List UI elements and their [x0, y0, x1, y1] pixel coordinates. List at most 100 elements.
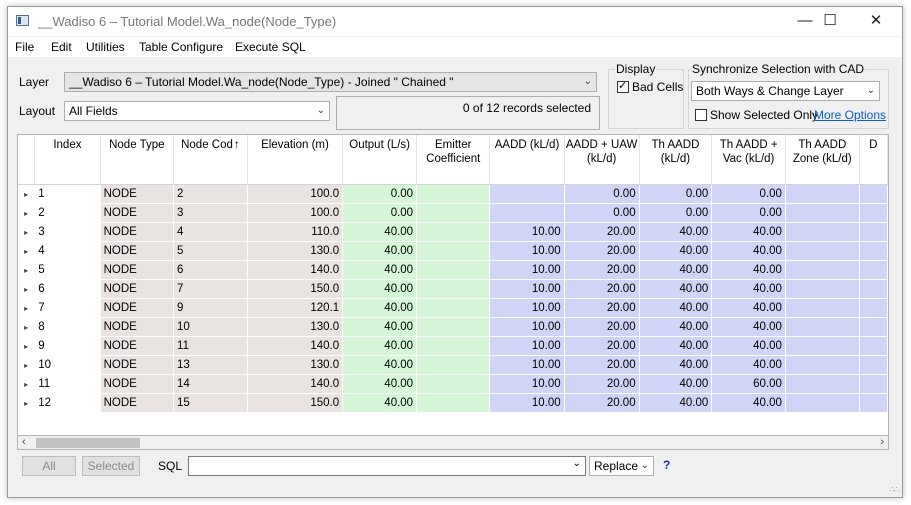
cell-d[interactable] — [859, 317, 888, 337]
cell-index[interactable]: 4 — [34, 241, 101, 261]
row-selector-icon[interactable]: ▸ — [18, 317, 36, 337]
cell-aadd[interactable]: 10.00 — [489, 298, 565, 318]
table-row[interactable]: ▸ 6 NODE 7 150.0 40.00 10.00 20.00 40.00 40.00 — [18, 279, 888, 299]
cell-node-type[interactable]: NODE — [100, 184, 175, 204]
cell-node-code[interactable]: 15 — [173, 393, 248, 413]
cell-index[interactable]: 7 — [34, 298, 101, 318]
cell-elevation[interactable]: 140.0 — [247, 374, 344, 394]
cell-emitter-coefficient[interactable] — [416, 222, 491, 242]
row-selector-icon[interactable]: ▸ — [18, 203, 36, 223]
cell-node-code[interactable]: 6 — [173, 260, 248, 280]
cell-index[interactable]: 2 — [34, 203, 101, 223]
cell-aadd-uaw[interactable]: 0.00 — [564, 203, 640, 223]
cell-th-aadd-zone[interactable] — [785, 184, 860, 204]
cell-th-aadd-vac[interactable]: 40.00 — [711, 336, 786, 356]
cell-aadd[interactable]: 10.00 — [489, 279, 565, 299]
bad-cells-checkbox[interactable] — [617, 79, 629, 93]
cell-node-code[interactable]: 7 — [173, 279, 248, 299]
table-row[interactable]: ▸ 7 NODE 9 120.1 40.00 10.00 20.00 40.00 40.00 — [18, 298, 888, 318]
cell-node-type[interactable]: NODE — [100, 203, 175, 223]
cell-emitter-coefficient[interactable] — [416, 393, 491, 413]
table-row[interactable]: ▸ 12 NODE 15 150.0 40.00 10.00 20.00 40.00 40.00 — [18, 393, 888, 413]
cell-aadd-uaw[interactable]: 0.00 — [564, 184, 640, 204]
more-options-link[interactable]: More Options — [814, 108, 886, 122]
cell-index[interactable]: 6 — [34, 279, 101, 299]
cell-node-code[interactable]: 10 — [173, 317, 248, 337]
cell-th-aadd-vac[interactable]: 40.00 — [711, 317, 786, 337]
column-header-index[interactable]: Index — [34, 135, 101, 185]
cell-node-type[interactable]: NODE — [100, 298, 175, 318]
row-selector-icon[interactable]: ▸ — [18, 393, 36, 413]
cell-output[interactable]: 40.00 — [342, 260, 418, 280]
cell-th-aadd-vac[interactable]: 40.00 — [711, 241, 786, 261]
cell-aadd-uaw[interactable]: 20.00 — [564, 317, 640, 337]
cell-output[interactable]: 40.00 — [342, 393, 418, 413]
layer-dropdown[interactable]: __Wadiso 6 – Tutorial Model.Wa_node(Node… — [64, 72, 597, 92]
cell-node-code[interactable]: 4 — [173, 222, 248, 242]
cell-aadd-uaw[interactable]: 20.00 — [564, 336, 640, 356]
cell-elevation[interactable]: 130.0 — [247, 317, 344, 337]
cell-th-aadd[interactable]: 40.00 — [639, 374, 713, 394]
menu-execute-sql[interactable]: Execute SQL — [235, 40, 306, 54]
column-header-emitter-coefficient[interactable]: Emitter Coefficient — [416, 135, 491, 185]
cell-node-type[interactable]: NODE — [100, 222, 175, 242]
cell-aadd[interactable] — [489, 184, 565, 204]
cell-index[interactable]: 9 — [34, 336, 101, 356]
cell-aadd[interactable]: 10.00 — [489, 374, 565, 394]
cell-aadd[interactable]: 10.00 — [489, 336, 565, 356]
cell-emitter-coefficient[interactable] — [416, 317, 491, 337]
column-header-aadd[interactable]: AADD (kL/d) — [489, 135, 565, 185]
cell-elevation[interactable]: 130.0 — [247, 355, 344, 375]
cell-aadd[interactable]: 10.00 — [489, 393, 565, 413]
table-row[interactable]: ▸ 10 NODE 13 130.0 40.00 10.00 20.00 40.00 40.00 — [18, 355, 888, 375]
cell-d[interactable] — [859, 203, 888, 223]
cell-d[interactable] — [859, 298, 888, 318]
row-selector-icon[interactable]: ▸ — [18, 260, 36, 280]
layout-dropdown[interactable]: All Fields ⌄ — [64, 101, 330, 121]
show-selected-only-checkbox[interactable] — [695, 109, 707, 121]
cell-d[interactable] — [859, 222, 888, 242]
cell-output[interactable]: 40.00 — [342, 336, 418, 356]
cell-node-code[interactable]: 3 — [173, 203, 248, 223]
cell-th-aadd-vac[interactable]: 40.00 — [711, 393, 786, 413]
cell-th-aadd[interactable]: 40.00 — [639, 336, 713, 356]
cell-aadd-uaw[interactable]: 20.00 — [564, 355, 640, 375]
table-row[interactable]: ▸ 3 NODE 4 110.0 40.00 10.00 20.00 40.00 40.00 — [18, 222, 888, 242]
cell-th-aadd-vac[interactable]: 40.00 — [711, 222, 786, 242]
cell-output[interactable]: 40.00 — [342, 317, 418, 337]
cell-index[interactable]: 11 — [34, 374, 101, 394]
cell-aadd-uaw[interactable]: 20.00 — [564, 222, 640, 242]
cell-th-aadd[interactable]: 40.00 — [639, 241, 713, 261]
resize-grip-icon[interactable]: ∴∴ — [890, 485, 899, 494]
scroll-right-icon[interactable]: › — [880, 436, 884, 449]
cell-th-aadd-zone[interactable] — [785, 241, 860, 261]
scroll-left-icon[interactable]: ‹ — [22, 436, 26, 449]
cell-node-type[interactable]: NODE — [100, 374, 175, 394]
cell-node-type[interactable]: NODE — [100, 355, 175, 375]
cell-th-aadd-vac[interactable]: 40.00 — [711, 279, 786, 299]
row-selector-icon[interactable]: ▸ — [18, 355, 36, 375]
cell-th-aadd[interactable]: 40.00 — [639, 393, 713, 413]
cell-th-aadd-vac[interactable]: 40.00 — [711, 298, 786, 318]
cell-th-aadd-vac[interactable]: 60.00 — [711, 374, 786, 394]
cell-node-type[interactable]: NODE — [100, 317, 175, 337]
cell-index[interactable]: 1 — [34, 184, 101, 204]
menu-edit[interactable]: Edit — [51, 40, 72, 54]
cell-emitter-coefficient[interactable] — [416, 374, 491, 394]
cell-output[interactable]: 40.00 — [342, 374, 418, 394]
row-selector-icon[interactable]: ▸ — [18, 374, 36, 394]
row-selector-icon[interactable]: ▸ — [18, 279, 36, 299]
cell-aadd-uaw[interactable]: 20.00 — [564, 241, 640, 261]
cell-th-aadd-zone[interactable] — [785, 355, 860, 375]
cell-emitter-coefficient[interactable] — [416, 260, 491, 280]
cell-aadd-uaw[interactable]: 20.00 — [564, 374, 640, 394]
cell-index[interactable]: 3 — [34, 222, 101, 242]
cell-th-aadd-zone[interactable] — [785, 222, 860, 242]
cell-d[interactable] — [859, 393, 888, 413]
cell-node-type[interactable]: NODE — [100, 279, 175, 299]
cell-output[interactable]: 40.00 — [342, 355, 418, 375]
cell-elevation[interactable]: 130.0 — [247, 241, 344, 261]
cell-node-type[interactable]: NODE — [100, 336, 175, 356]
cell-node-code[interactable]: 14 — [173, 374, 248, 394]
scrollbar-thumb[interactable] — [36, 438, 140, 448]
